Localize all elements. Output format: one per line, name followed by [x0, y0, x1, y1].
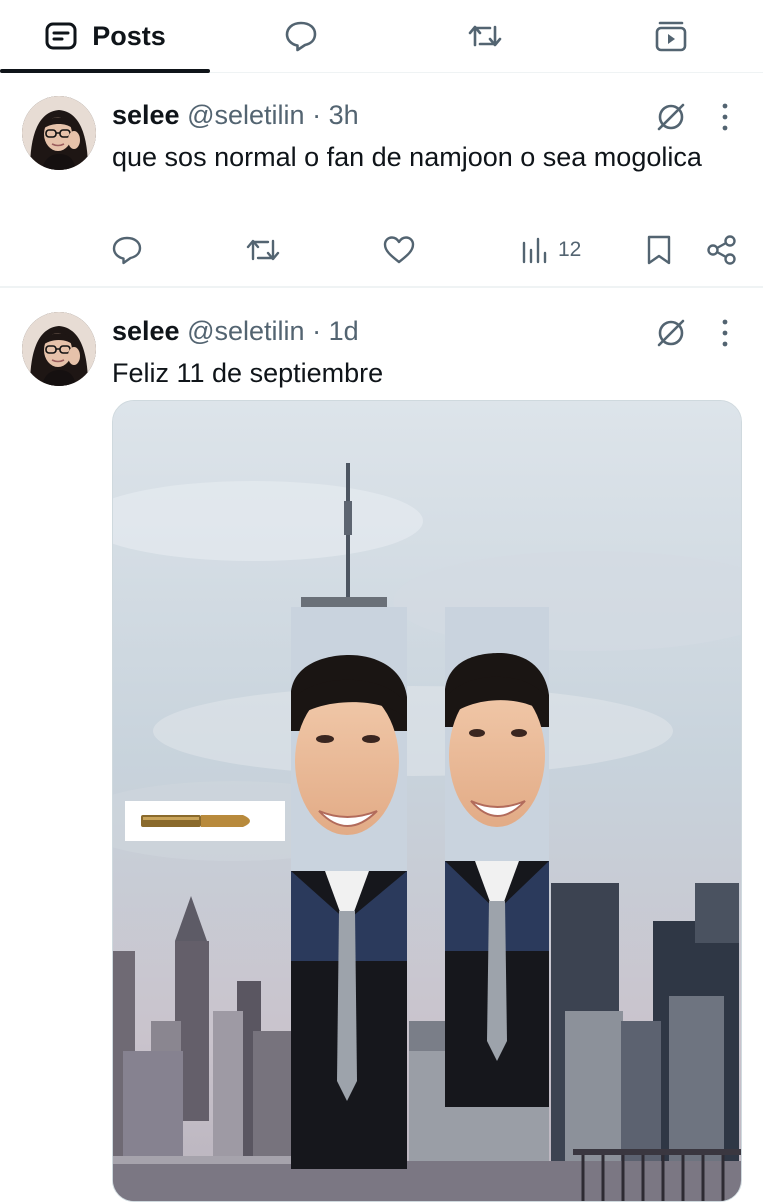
profile-tab-bar: Posts — [0, 0, 763, 73]
separator-dot: · — [312, 316, 322, 346]
post-time[interactable]: 1d — [329, 316, 359, 346]
post[interactable]: selee @seletilin · 3h que sos normal o f… — [0, 72, 763, 288]
reply-icon — [112, 236, 142, 265]
heart-icon — [383, 236, 415, 264]
tab-posts[interactable]: Posts — [0, 0, 210, 73]
views-count: 12 — [558, 238, 582, 261]
skyline-collage-image — [113, 401, 741, 1201]
share-button[interactable] — [706, 230, 738, 270]
video-icon — [655, 21, 686, 52]
reply-button[interactable] — [110, 230, 144, 270]
repost-icon — [468, 25, 502, 47]
tab-media[interactable] — [578, 0, 763, 72]
display-name[interactable]: selee — [112, 100, 180, 130]
avatar-image — [22, 96, 96, 170]
post-time[interactable]: 3h — [329, 100, 359, 130]
avatar-image — [22, 312, 96, 386]
post[interactable]: selee @seletilin · 1d Feliz 11 de septie… — [0, 288, 763, 1202]
post-text: que sos normal o fan de namjoon o sea mo… — [112, 142, 702, 172]
bookmark-button[interactable] — [644, 230, 674, 270]
grok-icon[interactable] — [654, 316, 688, 350]
posts-icon — [45, 22, 77, 50]
separator-dot: · — [312, 100, 322, 130]
user-handle[interactable]: @seletilin — [187, 316, 304, 346]
repost-icon — [246, 239, 280, 261]
reply-bubble-icon — [285, 21, 317, 52]
views-button[interactable]: 12 — [520, 230, 581, 270]
avatar[interactable] — [22, 312, 96, 386]
tab-reposts[interactable] — [392, 0, 578, 72]
bookmark-icon — [647, 235, 671, 265]
tower-portrait-left — [291, 607, 407, 1169]
more-options-icon[interactable] — [710, 100, 740, 134]
tower-portrait-right — [445, 607, 549, 1107]
more-options-icon[interactable] — [710, 316, 740, 350]
post-header: selee @seletilin · 1d — [112, 314, 359, 348]
display-name[interactable]: selee — [112, 316, 180, 346]
user-handle[interactable]: @seletilin — [187, 100, 304, 130]
repost-button[interactable] — [244, 230, 282, 270]
post-media-image[interactable] — [112, 400, 742, 1202]
avatar[interactable] — [22, 96, 96, 170]
bullet-image — [125, 801, 285, 841]
post-actions: 12 — [0, 230, 763, 270]
grok-icon[interactable] — [654, 100, 688, 134]
views-chart-icon — [522, 237, 547, 264]
tab-posts-label: Posts — [92, 20, 166, 51]
share-icon — [707, 235, 736, 265]
like-button[interactable] — [382, 230, 416, 270]
tab-replies[interactable] — [210, 0, 392, 72]
post-text: Feliz 11 de septiembre — [112, 358, 384, 388]
post-header: selee @seletilin · 3h — [112, 98, 359, 132]
